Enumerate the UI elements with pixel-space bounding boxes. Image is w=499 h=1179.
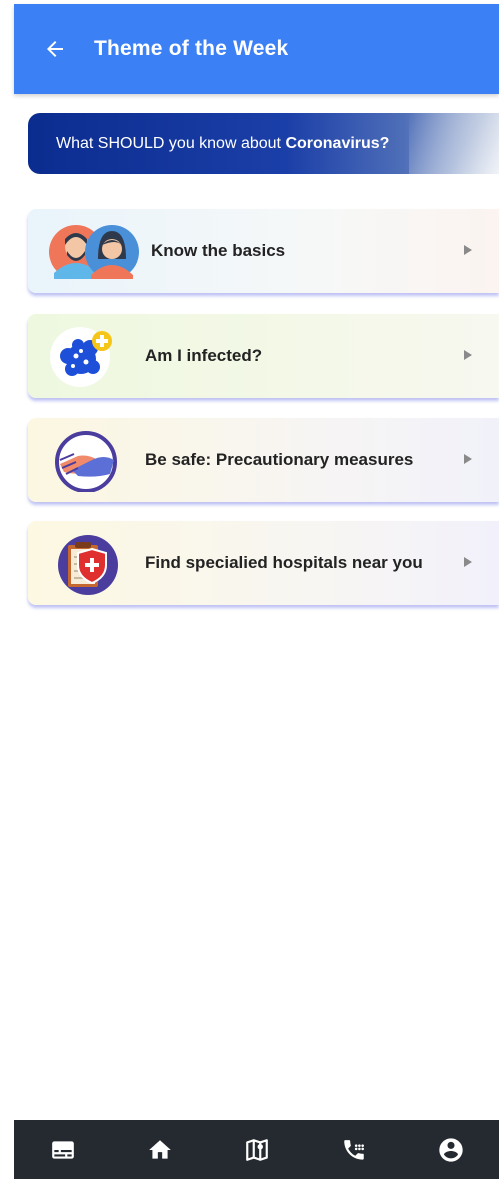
chevron-right-icon bbox=[464, 245, 472, 255]
card-label: Know the basics bbox=[151, 241, 286, 260]
chevron-right-icon bbox=[464, 454, 472, 464]
people-avatars-icon bbox=[48, 221, 139, 283]
app-bar: Theme of the Week bbox=[14, 4, 499, 94]
arrow-back-icon bbox=[47, 41, 63, 57]
nav-phone-button[interactable] bbox=[305, 1120, 402, 1179]
page-title: Theme of the Week bbox=[94, 37, 289, 60]
home-icon bbox=[148, 1139, 171, 1159]
card-be-safe[interactable]: Be safe: Precautionary measures bbox=[28, 418, 499, 502]
nav-home-button[interactable] bbox=[111, 1120, 208, 1179]
card-find-hospitals[interactable]: Find specialied hospitals near you bbox=[28, 521, 499, 605]
card-am-i-infected[interactable]: Am I infected? bbox=[28, 314, 499, 398]
news-icon bbox=[51, 1140, 74, 1159]
hospital-clipboard-icon bbox=[48, 533, 138, 595]
back-button[interactable] bbox=[40, 34, 70, 64]
banner-text: What SHOULD you know about Coronavirus? bbox=[56, 135, 389, 153]
card-label: Am I infected? bbox=[145, 346, 263, 365]
card-label: Find specialied hospitals near you bbox=[145, 553, 423, 572]
map-icon bbox=[245, 1138, 268, 1161]
handshake-icon bbox=[48, 430, 138, 493]
banner-text-normal: What SHOULD you know about bbox=[56, 135, 286, 152]
account-icon bbox=[438, 1137, 463, 1162]
phone-icon bbox=[343, 1139, 364, 1160]
bottom-navigation bbox=[14, 1120, 499, 1179]
coronavirus-banner[interactable]: What SHOULD you know about Coronavirus? bbox=[28, 113, 499, 174]
nav-news-button[interactable] bbox=[14, 1120, 111, 1179]
nav-map-button[interactable] bbox=[208, 1120, 305, 1179]
nav-account-button[interactable] bbox=[402, 1120, 499, 1179]
chevron-right-icon bbox=[464, 350, 472, 360]
virus-plus-icon bbox=[48, 326, 138, 388]
card-know-the-basics[interactable]: Know the basics bbox=[28, 209, 499, 293]
chevron-right-icon bbox=[464, 557, 472, 567]
card-label: Be safe: Precautionary measures bbox=[145, 450, 414, 469]
banner-text-bold: Coronavirus? bbox=[285, 135, 390, 152]
